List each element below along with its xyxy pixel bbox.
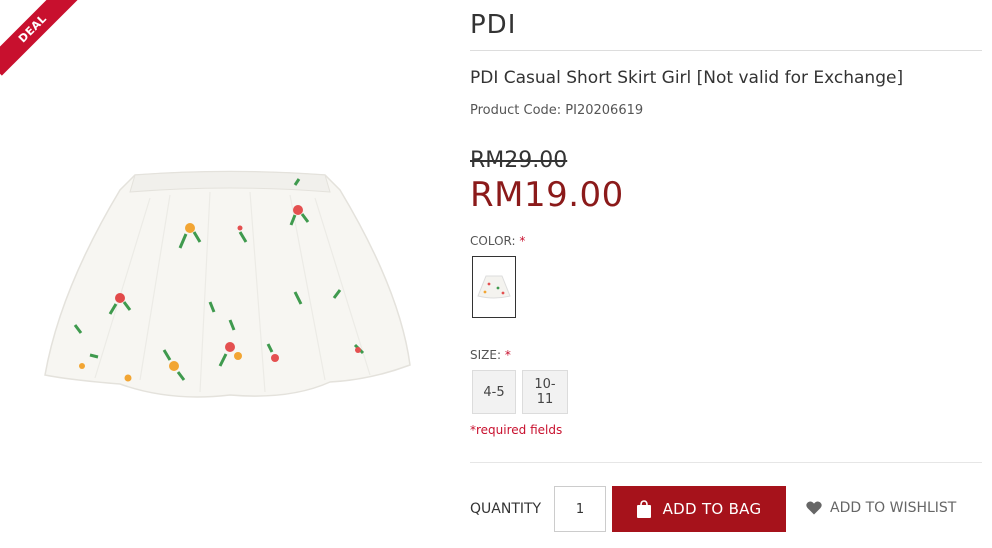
color-label: COLOR: *	[470, 234, 525, 248]
size-option-10-11[interactable]: 10-11	[522, 370, 568, 414]
product-title: PDI Casual Short Skirt Girl [Not valid f…	[470, 68, 904, 88]
add-to-bag-label: ADD TO BAG	[662, 500, 762, 518]
size-option-4-5[interactable]: 4-5	[472, 370, 516, 414]
swatch-thumbnail	[477, 275, 511, 299]
divider	[470, 50, 982, 51]
size-label: SIZE: *	[470, 348, 511, 362]
divider	[470, 462, 982, 463]
color-swatch[interactable]	[472, 256, 516, 318]
size-label-text: SIZE:	[470, 348, 502, 362]
quantity-label: QUANTITY	[470, 501, 542, 517]
heart-icon	[806, 501, 822, 515]
required-fields-note: *required fields	[470, 423, 563, 437]
deal-badge: DEAL	[0, 0, 80, 80]
required-asterisk: *	[504, 348, 511, 362]
sale-price: RM19.00	[470, 175, 624, 215]
quantity-input[interactable]	[554, 486, 606, 532]
deal-badge-label: DEAL	[0, 0, 80, 76]
product-gallery: DEAL	[0, 0, 460, 548]
color-label-text: COLOR:	[470, 234, 516, 248]
original-price: RM29.00	[470, 148, 568, 173]
shopping-bag-icon	[636, 500, 651, 518]
add-to-wishlist-label: ADD TO WISHLIST	[830, 500, 957, 516]
brand-name: PDI	[470, 10, 517, 40]
product-code: Product Code: PI20206619	[470, 103, 644, 118]
product-image	[44, 170, 411, 398]
add-to-wishlist-link[interactable]: ADD TO WISHLIST	[806, 500, 956, 516]
size-options: 4-5 10-11	[472, 370, 568, 414]
add-to-bag-button[interactable]: ADD TO BAG	[612, 486, 786, 532]
required-asterisk: *	[519, 234, 526, 248]
